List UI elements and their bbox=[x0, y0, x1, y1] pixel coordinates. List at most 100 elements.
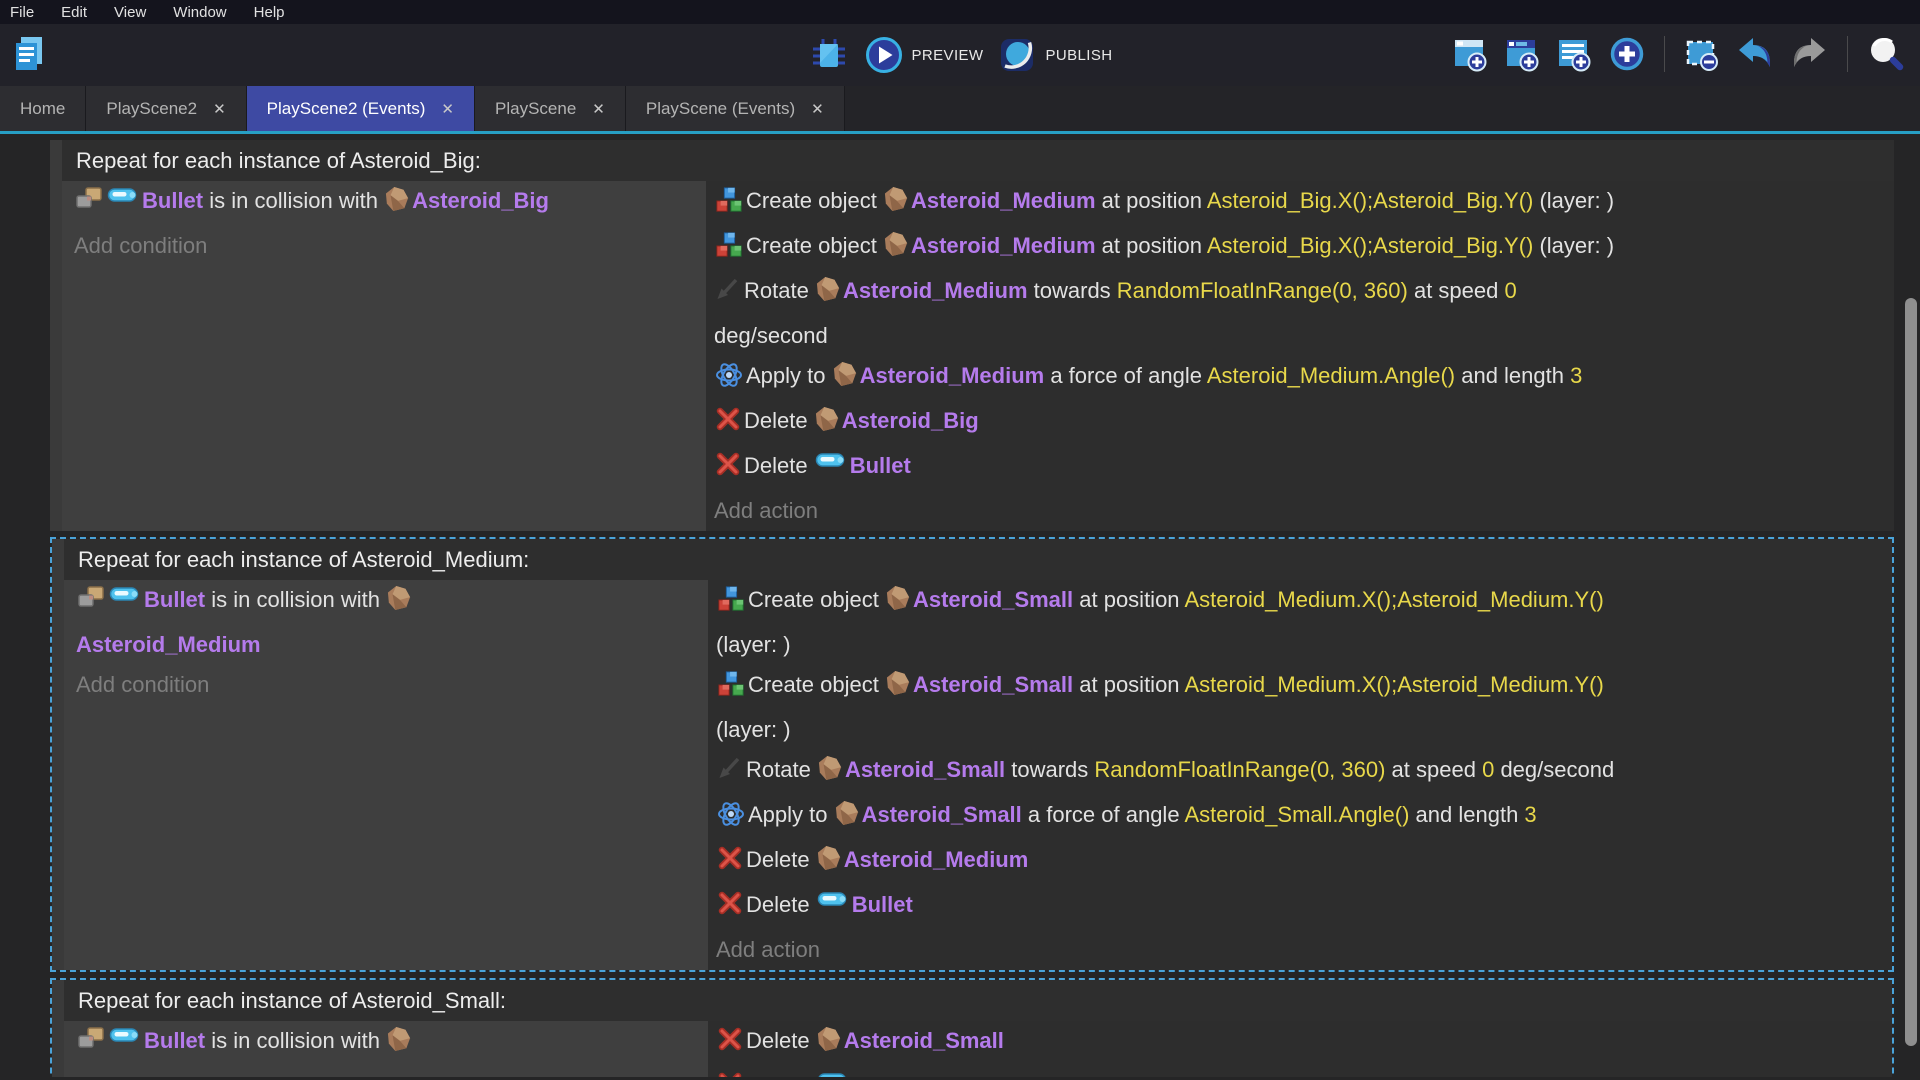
instruction-text: Rotate bbox=[744, 278, 815, 303]
tab-playscene2-events[interactable]: PlayScene2 (Events)✕ bbox=[247, 86, 475, 131]
instruction-text: (layer: ) bbox=[1533, 188, 1614, 213]
asteroid-icon bbox=[817, 845, 841, 885]
add-action-button[interactable]: Add action bbox=[716, 930, 1886, 970]
tab-close-icon[interactable]: ✕ bbox=[441, 100, 454, 118]
expression-text: Asteroid_Big.X();Asteroid_Big.Y() bbox=[1207, 233, 1533, 258]
asteroid-icon bbox=[833, 361, 857, 401]
action-row[interactable]: Rotate Asteroid_Medium towards RandomFlo… bbox=[714, 271, 1888, 356]
tab-bar: HomePlayScene2✕PlayScene2 (Events)✕PlayS… bbox=[0, 86, 1920, 134]
redo-icon[interactable] bbox=[1789, 35, 1829, 73]
tab-playscene-events[interactable]: PlayScene (Events)✕ bbox=[626, 86, 845, 131]
delete-icon bbox=[717, 845, 743, 885]
instruction-text: and length bbox=[1455, 363, 1570, 388]
action-row[interactable]: Create object Asteroid_Medium at positio… bbox=[714, 226, 1888, 271]
tab-playscene[interactable]: PlayScene✕ bbox=[475, 86, 626, 131]
menu-item-file[interactable]: File bbox=[10, 4, 34, 21]
object-name: Asteroid_Small bbox=[862, 802, 1022, 827]
object-name: Asteroid_Medium bbox=[76, 632, 261, 657]
publish-button[interactable]: PUBLISH bbox=[997, 35, 1112, 75]
event-repeat-header[interactable]: Repeat for each instance of Asteroid_Sma… bbox=[64, 980, 1892, 1021]
search-icon[interactable] bbox=[1866, 34, 1906, 74]
tab-home[interactable]: Home bbox=[0, 86, 86, 131]
instruction-text: towards bbox=[1028, 278, 1117, 303]
instruction-text: and length bbox=[1409, 802, 1524, 827]
action-row[interactable]: Rotate Asteroid_Small towards RandomFloa… bbox=[716, 750, 1886, 795]
add-condition-button[interactable]: Add condition bbox=[76, 665, 700, 705]
condition-row[interactable]: Bullet is in collision with Asteroid_Med… bbox=[76, 580, 700, 665]
action-row[interactable]: Delete Bullet bbox=[716, 885, 1886, 930]
event-block-1[interactable]: Repeat for each instance of Asteroid_Big… bbox=[50, 140, 1894, 531]
event-repeat-header[interactable]: Repeat for each instance of Asteroid_Big… bbox=[62, 140, 1894, 181]
remove-event-icon[interactable] bbox=[1683, 35, 1721, 73]
event-drag-handle[interactable] bbox=[52, 539, 64, 970]
create-object-icon bbox=[715, 186, 743, 226]
project-manager-icon[interactable] bbox=[10, 34, 48, 74]
add-subevent-icon[interactable] bbox=[1504, 35, 1542, 73]
action-row[interactable]: Create object Asteroid_Small at position… bbox=[716, 665, 1886, 750]
conditions-column: Bullet is in collision with Asteroid_Med… bbox=[64, 580, 708, 970]
action-row[interactable]: Delete Bullet bbox=[716, 1066, 1886, 1077]
object-name: Asteroid_Medium bbox=[911, 188, 1096, 213]
asteroid-icon bbox=[818, 755, 842, 795]
menu-item-edit[interactable]: Edit bbox=[61, 4, 87, 21]
event-block-3[interactable]: Repeat for each instance of Asteroid_Sma… bbox=[50, 978, 1894, 1077]
event-drag-handle[interactable] bbox=[50, 140, 62, 531]
add-comment-icon[interactable] bbox=[1556, 35, 1594, 73]
delete-icon bbox=[715, 406, 741, 446]
object-name: Bullet bbox=[142, 188, 203, 213]
object-name: Bullet bbox=[852, 1073, 913, 1077]
instruction-text: at speed bbox=[1385, 757, 1482, 782]
instruction-text: Create object bbox=[746, 233, 883, 258]
action-row[interactable]: Delete Asteroid_Medium bbox=[716, 840, 1886, 885]
event-body: Bullet is in collision with Asteroid_Sma… bbox=[64, 1021, 1892, 1077]
conditions-column: Bullet is in collision with Asteroid_Sma… bbox=[64, 1021, 708, 1077]
instruction-text: Delete bbox=[746, 1028, 816, 1053]
condition-row[interactable]: Bullet is in collision with Asteroid_Big bbox=[74, 181, 698, 226]
action-row[interactable]: Create object Asteroid_Small at position… bbox=[716, 580, 1886, 665]
add-event-icon[interactable] bbox=[1452, 35, 1490, 73]
expression-text: RandomFloatInRange(0, 360) bbox=[1094, 757, 1385, 782]
object-name: Asteroid_Medium bbox=[911, 233, 1096, 258]
menu-item-view[interactable]: View bbox=[114, 4, 146, 21]
menu-bar: File Edit View Window Help bbox=[0, 0, 1920, 24]
expression-text: 3 bbox=[1570, 363, 1582, 388]
instruction-text: Rotate bbox=[746, 757, 817, 782]
tab-playscene2[interactable]: PlayScene2✕ bbox=[86, 86, 246, 131]
object-name: Asteroid_Big bbox=[412, 188, 549, 213]
preview-button[interactable]: PREVIEW bbox=[864, 35, 984, 75]
asteroid-icon bbox=[884, 186, 908, 226]
instruction-text: at position bbox=[1096, 188, 1207, 213]
asteroid-icon bbox=[835, 800, 859, 840]
add-circle-icon[interactable] bbox=[1608, 35, 1646, 73]
add-action-button[interactable]: Add action bbox=[714, 491, 1888, 531]
instruction-text: towards bbox=[1005, 757, 1094, 782]
delete-icon bbox=[717, 890, 743, 930]
vertical-scrollbar-thumb[interactable] bbox=[1905, 298, 1917, 1046]
action-row[interactable]: Delete Asteroid_Big bbox=[714, 401, 1888, 446]
expression-text: RandomFloatInRange(0, 360) bbox=[1117, 278, 1408, 303]
event-body: Bullet is in collision with Asteroid_Med… bbox=[64, 580, 1892, 970]
action-row[interactable]: Apply to Asteroid_Medium a force of angl… bbox=[714, 356, 1888, 401]
add-condition-button[interactable]: Add condition bbox=[74, 226, 698, 266]
action-row[interactable]: Create object Asteroid_Medium at positio… bbox=[714, 181, 1888, 226]
undo-icon[interactable] bbox=[1735, 35, 1775, 73]
instruction-text: is in collision with bbox=[203, 188, 384, 213]
tab-close-icon[interactable]: ✕ bbox=[811, 100, 824, 118]
object-name: Bullet bbox=[144, 587, 205, 612]
event-inner: Repeat for each instance of Asteroid_Big… bbox=[50, 140, 1894, 531]
menu-item-window[interactable]: Window bbox=[173, 4, 226, 21]
tab-close-icon[interactable]: ✕ bbox=[592, 100, 605, 118]
condition-row[interactable]: Bullet is in collision with Asteroid_Sma… bbox=[76, 1021, 700, 1077]
event-block-2[interactable]: Repeat for each instance of Asteroid_Med… bbox=[50, 537, 1894, 972]
debug-icon[interactable] bbox=[808, 35, 850, 75]
menu-item-help[interactable]: Help bbox=[254, 4, 285, 21]
action-row[interactable]: Delete Asteroid_Small bbox=[716, 1021, 1886, 1066]
instruction-text: is in collision with bbox=[205, 587, 386, 612]
action-row[interactable]: Apply to Asteroid_Small a force of angle… bbox=[716, 795, 1886, 840]
tab-close-icon[interactable]: ✕ bbox=[213, 100, 226, 118]
event-repeat-header[interactable]: Repeat for each instance of Asteroid_Med… bbox=[64, 539, 1892, 580]
preview-label: PREVIEW bbox=[912, 47, 984, 64]
event-drag-handle[interactable] bbox=[52, 980, 64, 1077]
action-row[interactable]: Delete Bullet bbox=[714, 446, 1888, 491]
bullet-icon bbox=[109, 1026, 141, 1066]
